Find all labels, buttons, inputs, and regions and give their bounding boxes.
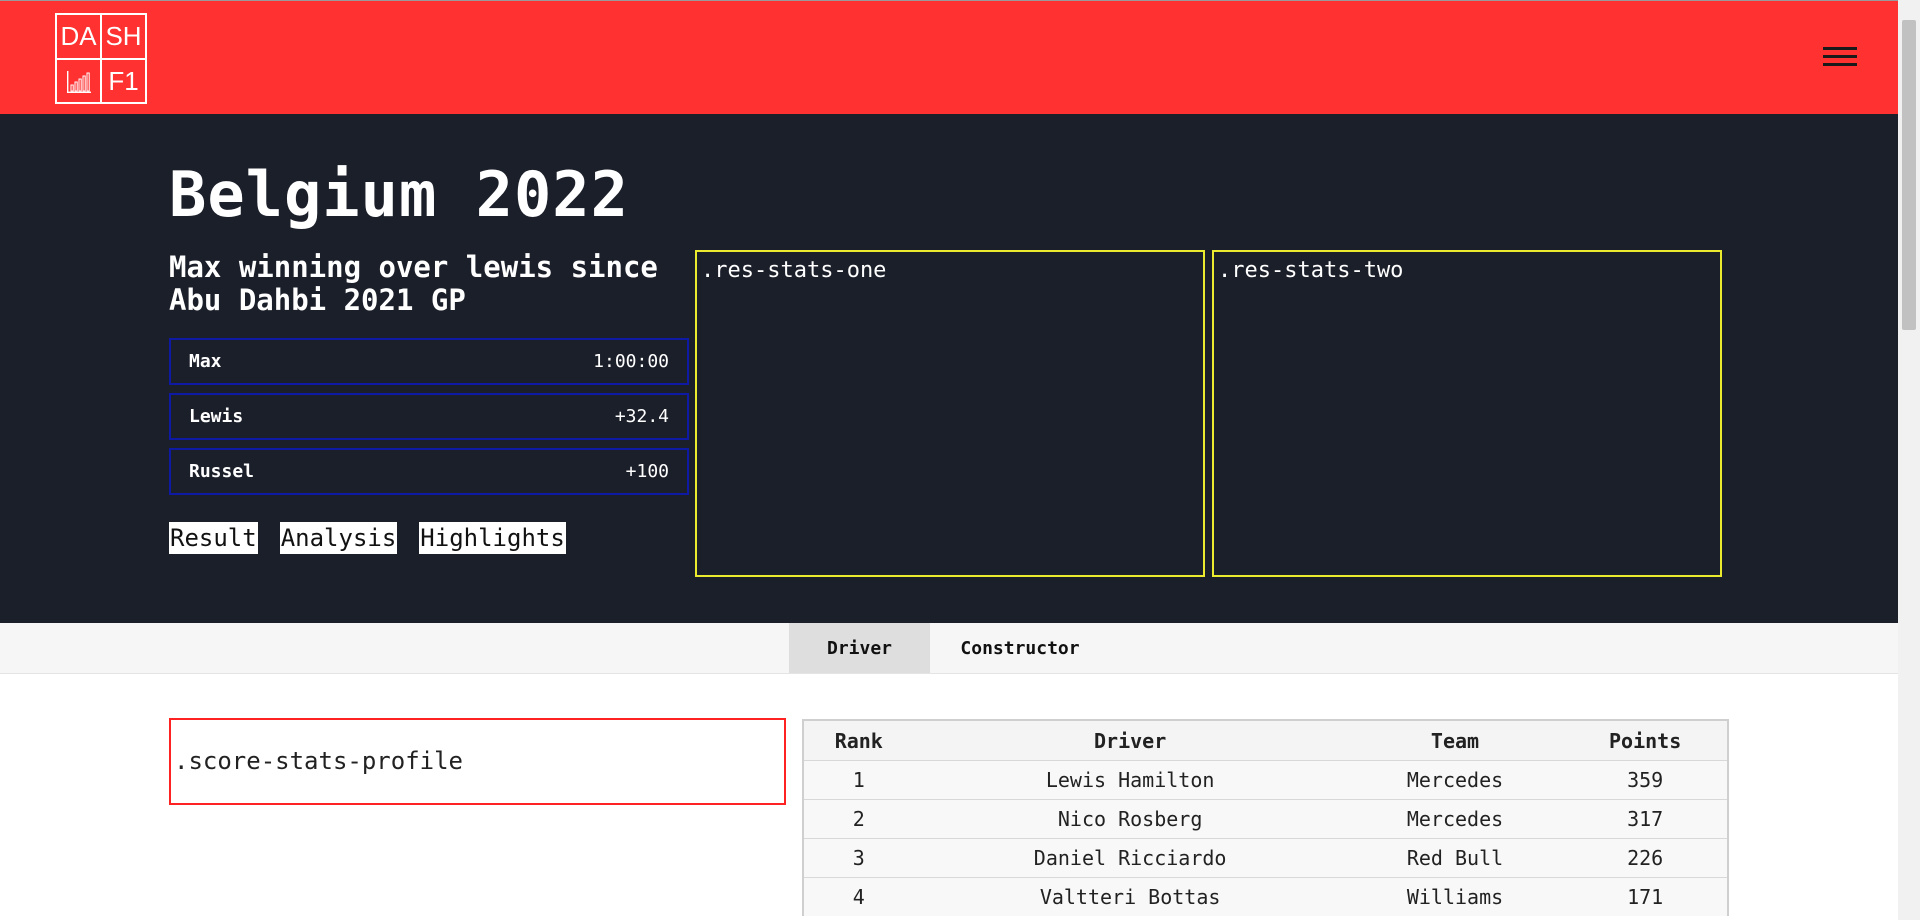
page: DA SH F1 Belgium 2022 Max winning over l… bbox=[0, 0, 1898, 920]
table-row: 1 Lewis Hamilton Mercedes 359 bbox=[803, 760, 1728, 800]
panel-label: .res-stats-two bbox=[1218, 258, 1404, 283]
standings-tabs: Driver Constructor bbox=[0, 623, 1898, 674]
res-stats-one-panel: .res-stats-one bbox=[695, 250, 1205, 577]
table-row: 4 Valtteri Bottas Williams 171 bbox=[803, 877, 1728, 916]
top-header: DA SH F1 bbox=[0, 0, 1898, 114]
column-header-team[interactable]: Team bbox=[1346, 719, 1564, 761]
cell-team: Red Bull bbox=[1346, 838, 1564, 878]
logo-text-sh: SH bbox=[105, 21, 142, 51]
cell-driver: Daniel Ricciardo bbox=[913, 838, 1347, 878]
race-subtitle: Max winning over lewis since Abu Dahbi 2… bbox=[169, 250, 658, 317]
table-row: 3 Daniel Ricciardo Red Bull 226 bbox=[803, 838, 1728, 878]
highlights-button[interactable]: Highlights bbox=[419, 522, 566, 554]
driver-name: Max bbox=[189, 351, 222, 372]
column-header-rank[interactable]: Rank bbox=[803, 719, 914, 761]
cell-points: 171 bbox=[1563, 877, 1728, 916]
cell-rank: 3 bbox=[803, 838, 914, 878]
bar-chart-icon bbox=[57, 60, 100, 103]
cell-points: 317 bbox=[1563, 799, 1728, 839]
panel-label: .res-stats-one bbox=[701, 258, 887, 283]
tab-driver[interactable]: Driver bbox=[789, 623, 930, 673]
dash-f1-logo[interactable]: DA SH F1 bbox=[55, 13, 147, 104]
cell-team: Williams bbox=[1346, 877, 1564, 916]
score-stats-profile-panel: .score-stats-profile bbox=[169, 718, 786, 805]
cell-driver: Nico Rosberg bbox=[913, 799, 1347, 839]
driver-time: 1:00:00 bbox=[593, 351, 669, 372]
driver-name: Lewis bbox=[189, 406, 244, 427]
logo-text-f1: F1 bbox=[108, 66, 139, 96]
cell-driver: Valtteri Bottas bbox=[913, 877, 1347, 916]
panel-label: .score-stats-profile bbox=[174, 747, 463, 775]
standings-table: Rank Driver Team Points 1 Lewis Hamilton… bbox=[802, 719, 1729, 916]
res-stats-two-panel: .res-stats-two bbox=[1212, 250, 1722, 577]
cell-team: Mercedes bbox=[1346, 799, 1564, 839]
result-row: Lewis +32.4 bbox=[169, 393, 689, 440]
analysis-button[interactable]: Analysis bbox=[279, 522, 398, 554]
cell-points: 359 bbox=[1563, 760, 1728, 800]
logo-text-da: DA bbox=[60, 21, 97, 51]
column-header-points[interactable]: Points bbox=[1563, 719, 1728, 761]
column-header-driver[interactable]: Driver bbox=[913, 719, 1347, 761]
tab-constructor[interactable]: Constructor bbox=[935, 623, 1105, 673]
table-header-row: Rank Driver Team Points bbox=[803, 719, 1728, 761]
driver-time: +32.4 bbox=[614, 406, 669, 427]
race-results: Max 1:00:00 Lewis +32.4 Russel +100 bbox=[169, 338, 689, 503]
result-row: Max 1:00:00 bbox=[169, 338, 689, 385]
cell-driver: Lewis Hamilton bbox=[913, 760, 1347, 800]
table-row: 2 Nico Rosberg Mercedes 317 bbox=[803, 799, 1728, 839]
cell-rank: 1 bbox=[803, 760, 914, 800]
cell-rank: 2 bbox=[803, 799, 914, 839]
race-hero: Belgium 2022 Max winning over lewis sinc… bbox=[0, 114, 1898, 623]
cell-points: 226 bbox=[1563, 838, 1728, 878]
result-button[interactable]: Result bbox=[169, 522, 258, 554]
race-title: Belgium 2022 bbox=[169, 158, 629, 231]
scrollbar-thumb[interactable] bbox=[1902, 20, 1916, 330]
cell-team: Mercedes bbox=[1346, 760, 1564, 800]
driver-name: Russel bbox=[189, 461, 255, 482]
result-row: Russel +100 bbox=[169, 448, 689, 495]
hero-actions: Result Analysis Highlights bbox=[169, 522, 566, 554]
hamburger-icon[interactable] bbox=[1823, 47, 1857, 67]
driver-time: +100 bbox=[625, 461, 669, 482]
cell-rank: 4 bbox=[803, 877, 914, 916]
